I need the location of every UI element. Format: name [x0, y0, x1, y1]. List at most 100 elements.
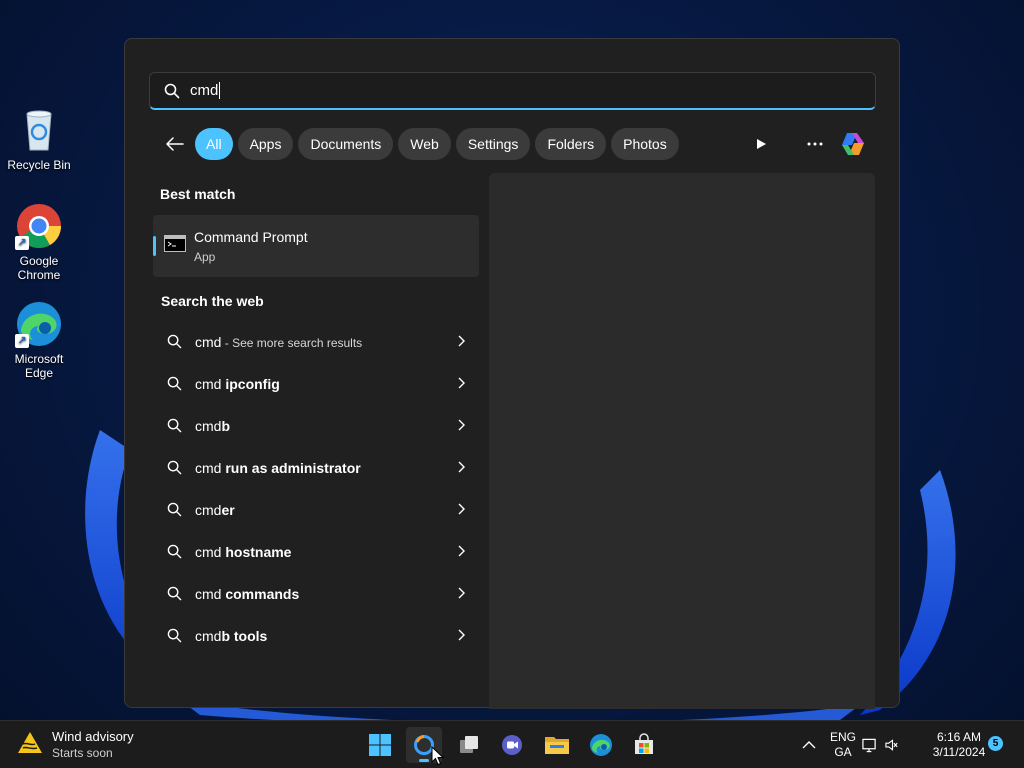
search-icon [167, 334, 182, 349]
desktop-icon-google-chrome[interactable]: ↗ Google Chrome [4, 202, 74, 282]
copilot-button[interactable] [837, 128, 869, 160]
search-icon [167, 544, 182, 559]
search-icon [167, 376, 182, 391]
filter-apps[interactable]: Apps [237, 128, 294, 160]
network-volume-button[interactable] [862, 727, 898, 763]
best-match-command-prompt[interactable]: Command Prompt App [153, 215, 479, 277]
language-indicator[interactable]: ENG GA [828, 730, 858, 760]
web-result-row[interactable]: cmd - See more search results [153, 322, 479, 362]
search-input[interactable]: cmd [190, 82, 218, 99]
file-explorer-button[interactable] [539, 727, 575, 763]
filter-all[interactable]: All [195, 128, 233, 160]
web-result-row[interactable]: cmd hostname [153, 532, 479, 572]
microsoft-store-button[interactable] [626, 727, 662, 763]
filter-photos[interactable]: Photos [611, 128, 679, 160]
chevron-right-icon [458, 503, 465, 515]
weather-widget[interactable]: Wind advisory Starts soon [16, 729, 134, 761]
show-hidden-icons-button[interactable] [791, 727, 827, 763]
language-code: ENG [829, 730, 856, 744]
web-result-text: cmd run as administrator [195, 460, 361, 476]
search-icon [167, 628, 182, 643]
task-view-button[interactable] [451, 727, 487, 763]
chevron-right-icon [458, 461, 465, 473]
teams-icon [502, 735, 522, 755]
windows-logo-icon [369, 734, 391, 756]
copilot-icon [842, 133, 864, 155]
chevron-right-icon [458, 629, 465, 641]
web-result-prefix: cmd [195, 586, 226, 602]
chevron-up-icon [802, 741, 816, 749]
teams-chat-button[interactable] [494, 727, 530, 763]
desktop-icon-label: Recycle Bin [7, 158, 71, 172]
web-result-prefix: cmd [195, 418, 222, 434]
web-result-row[interactable]: cmd run as administrator [153, 448, 479, 488]
web-result-text: cmd commands [195, 586, 299, 602]
store-icon [635, 733, 653, 754]
options-button[interactable] [799, 128, 831, 160]
filter-folders[interactable]: Folders [535, 128, 607, 160]
web-result-suggestion: b tools [221, 628, 268, 644]
selection-indicator [153, 236, 156, 256]
more-filters-button[interactable] [745, 128, 777, 160]
web-result-text: cmd - See more search results [195, 334, 362, 350]
web-result-prefix: cmd [195, 544, 226, 560]
play-icon [757, 139, 766, 149]
keyboard-layout: GA [834, 745, 852, 759]
search-box[interactable]: cmd [149, 72, 876, 110]
web-result-row[interactable]: cmd ipconfig [153, 364, 479, 404]
web-result-suggestion: er [221, 502, 235, 518]
search-icon [167, 502, 182, 517]
recycle-bin-icon [15, 106, 63, 154]
task-view-icon [460, 736, 478, 753]
best-match-subtitle: App [194, 250, 216, 264]
search-web-heading: Search the web [161, 293, 264, 309]
filter-settings[interactable]: Settings [455, 128, 531, 160]
web-result-row[interactable]: cmd commands [153, 574, 479, 614]
search-icon [167, 418, 182, 433]
more-dots-icon [807, 142, 823, 146]
web-result-text: cmder [195, 502, 235, 518]
chevron-right-icon [458, 419, 465, 431]
desktop-icon-microsoft-edge[interactable]: ↗ Microsoft Edge [4, 300, 74, 380]
chevron-right-icon [458, 545, 465, 557]
web-result-row[interactable]: cmdb tools [153, 616, 479, 656]
web-result-suggestion: hostname [225, 544, 292, 560]
desktop-icon-recycle-bin[interactable]: Recycle Bin [4, 106, 74, 172]
edge-icon [590, 734, 612, 756]
text-caret [219, 82, 221, 99]
network-icon [862, 738, 876, 753]
clock[interactable]: 6:16 AM 3/11/2024 [922, 730, 996, 760]
clock-date: 3/11/2024 [932, 745, 986, 759]
weather-title: Wind advisory [52, 729, 134, 744]
web-result-row[interactable]: cmder [153, 490, 479, 530]
search-icon [167, 460, 182, 475]
filter-web[interactable]: Web [398, 128, 451, 160]
web-result-suggestion: run as administrator [225, 460, 361, 476]
web-result-prefix: cmd [195, 334, 222, 350]
filter-bar: All Apps Documents Web Settings Folders … [161, 128, 684, 160]
web-result-text: cmdb tools [195, 628, 267, 644]
web-result-suggestion: commands [225, 586, 300, 602]
filter-documents[interactable]: Documents [298, 128, 394, 160]
chrome-icon: ↗ [15, 202, 63, 250]
notification-badge[interactable]: 5 [988, 736, 1003, 751]
web-result-more: - See more search results [221, 336, 363, 350]
chevron-right-icon [458, 377, 465, 389]
chevron-right-icon [458, 335, 465, 347]
chevron-right-icon [458, 587, 465, 599]
weather-subtitle: Starts soon [52, 746, 113, 760]
web-result-row[interactable]: cmdb [153, 406, 479, 446]
command-prompt-icon [164, 235, 186, 252]
best-match-title: Command Prompt [194, 229, 308, 245]
back-button[interactable] [161, 130, 189, 158]
web-result-prefix: cmd [195, 460, 226, 476]
desktop-icon-label: Google Chrome [17, 254, 61, 282]
warning-icon [18, 732, 42, 753]
edge-icon: ↗ [15, 300, 63, 348]
web-result-text: cmdb [195, 418, 230, 434]
search-icon [164, 83, 180, 98]
edge-taskbar-button[interactable] [583, 727, 619, 763]
clock-time: 6:16 AM [936, 730, 982, 744]
start-button[interactable] [362, 727, 398, 763]
preview-pane [489, 173, 875, 709]
